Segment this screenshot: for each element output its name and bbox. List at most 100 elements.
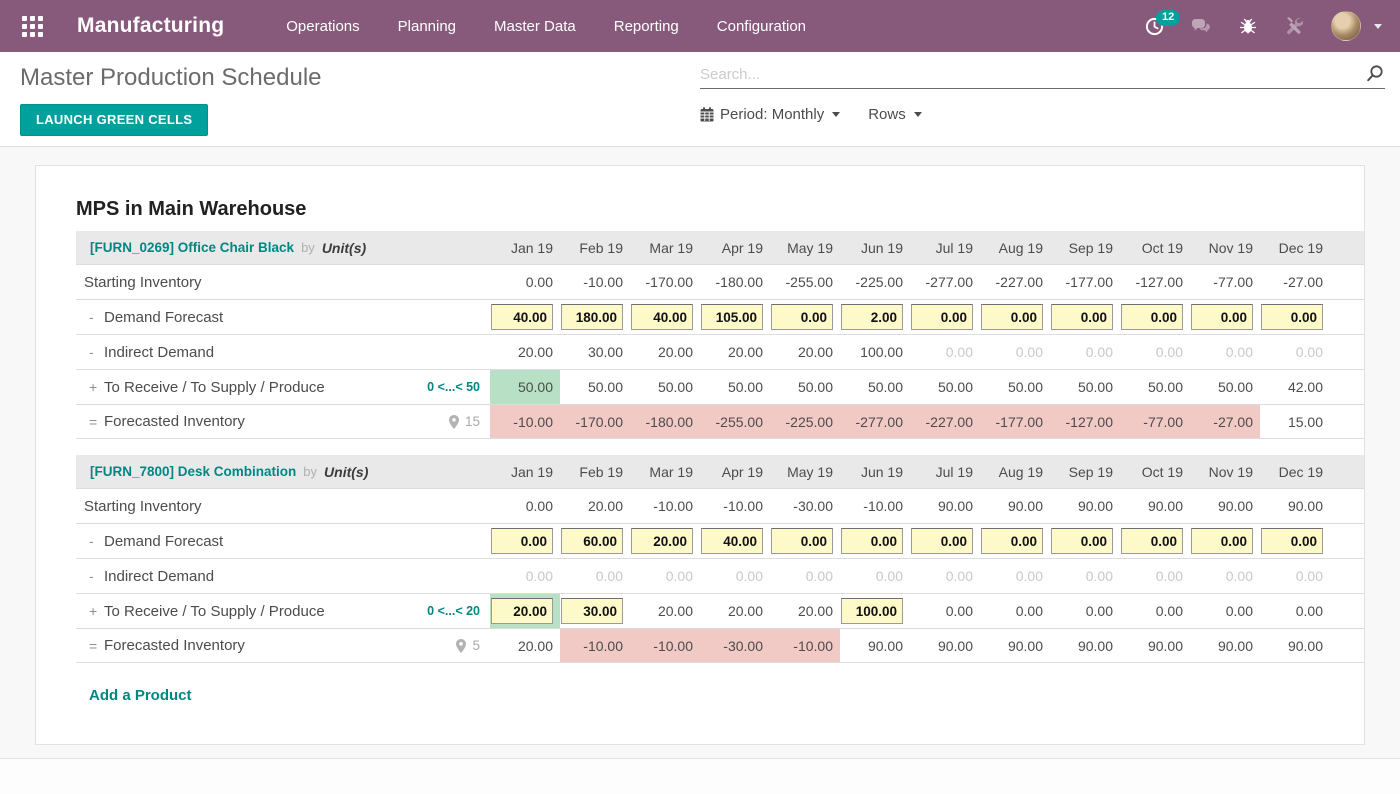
activity-clock-icon[interactable]: 12 bbox=[1145, 17, 1164, 36]
demand-forecast-input[interactable] bbox=[1261, 304, 1323, 330]
row-label: +To Receive / To Supply / Produce bbox=[76, 370, 430, 404]
demand-forecast-input[interactable] bbox=[1191, 304, 1253, 330]
demand-forecast-input[interactable] bbox=[981, 304, 1043, 330]
demand-forecast-input[interactable] bbox=[1121, 528, 1183, 554]
product-name-link[interactable]: [FURN_0269] Office Chair Black bbox=[90, 240, 294, 255]
row-operator-symbol: + bbox=[89, 603, 104, 619]
mps-cell: 42.00 bbox=[1260, 370, 1330, 404]
tools-icon[interactable] bbox=[1284, 16, 1304, 36]
mps-cell: 50.00 bbox=[1190, 370, 1260, 404]
rows-filter[interactable]: Rows bbox=[868, 106, 922, 123]
mps-cell: -10.00 bbox=[560, 265, 630, 299]
by-label: by bbox=[303, 464, 317, 479]
user-avatar bbox=[1331, 11, 1361, 41]
demand-forecast-input[interactable] bbox=[1051, 528, 1113, 554]
user-menu[interactable] bbox=[1331, 11, 1361, 41]
to-replenish-input[interactable] bbox=[841, 598, 903, 624]
mps-cell: 20.00 bbox=[770, 335, 840, 369]
demand-forecast-input[interactable] bbox=[1051, 304, 1113, 330]
cell-value: 0.00 bbox=[946, 603, 973, 619]
demand-forecast-input[interactable] bbox=[771, 304, 833, 330]
demand-forecast-input[interactable] bbox=[701, 528, 763, 554]
mps-cell: 0.00 bbox=[910, 559, 980, 593]
cell-value: 0.00 bbox=[526, 274, 553, 290]
to-replenish-input[interactable] bbox=[561, 598, 623, 624]
cell-value: -180.00 bbox=[646, 414, 693, 430]
cell-value: 30.00 bbox=[588, 344, 623, 360]
month-header: Jul 19 bbox=[910, 231, 980, 264]
mps-cell: 0.00 bbox=[770, 559, 840, 593]
demand-forecast-input[interactable] bbox=[561, 304, 623, 330]
mps-cell bbox=[840, 300, 910, 334]
header-spacer bbox=[430, 455, 490, 488]
product-section: [FURN_7800] Desk CombinationbyUnit(s)Jan… bbox=[76, 455, 1364, 663]
nav-menu-master-data[interactable]: Master Data bbox=[494, 18, 576, 35]
cell-value: 0.00 bbox=[1086, 344, 1113, 360]
month-header: Sep 19 bbox=[1050, 231, 1120, 264]
mps-cell: 0.00 bbox=[490, 559, 560, 593]
replenish-range-rule: 0 <...< 50 bbox=[427, 380, 480, 394]
bug-icon[interactable] bbox=[1239, 17, 1257, 35]
demand-forecast-input[interactable] bbox=[631, 304, 693, 330]
demand-forecast-input[interactable] bbox=[911, 304, 973, 330]
period-filter-label: Period: Monthly bbox=[720, 106, 824, 123]
to-receive-row: +To Receive / To Supply / Produce0 <...<… bbox=[76, 369, 1364, 404]
search-input[interactable] bbox=[700, 66, 1365, 83]
demand-forecast-input[interactable] bbox=[1261, 528, 1323, 554]
demand-forecast-input[interactable] bbox=[491, 528, 553, 554]
to-replenish-input[interactable] bbox=[491, 598, 553, 624]
demand-forecast-input[interactable] bbox=[981, 528, 1043, 554]
demand-forecast-input[interactable] bbox=[841, 304, 903, 330]
row-indicator bbox=[430, 265, 490, 299]
mps-cell: 0.00 bbox=[980, 594, 1050, 628]
messages-chat-icon[interactable] bbox=[1191, 18, 1212, 35]
demand-forecast-input[interactable] bbox=[1191, 528, 1253, 554]
mps-cell: 50.00 bbox=[490, 370, 560, 404]
cell-value: -227.00 bbox=[926, 414, 973, 430]
nav-menu-operations[interactable]: Operations bbox=[286, 18, 359, 35]
cell-value: -225.00 bbox=[786, 414, 833, 430]
demand-forecast-input[interactable] bbox=[911, 528, 973, 554]
mps-cell: 50.00 bbox=[1120, 370, 1190, 404]
mps-cell: 0.00 bbox=[1050, 559, 1120, 593]
mps-cell: 90.00 bbox=[1190, 629, 1260, 662]
demand-forecast-input[interactable] bbox=[841, 528, 903, 554]
demand-forecast-input[interactable] bbox=[561, 528, 623, 554]
row-indicator: 0 <...< 20 bbox=[430, 594, 490, 628]
cell-value: 90.00 bbox=[1148, 498, 1183, 514]
demand-forecast-input[interactable] bbox=[631, 528, 693, 554]
cell-value: 50.00 bbox=[1148, 379, 1183, 395]
period-filter[interactable]: Period: Monthly bbox=[700, 106, 840, 123]
demand-forecast-input[interactable] bbox=[771, 528, 833, 554]
cell-value: 0.00 bbox=[526, 568, 553, 584]
nav-menu-reporting[interactable]: Reporting bbox=[614, 18, 679, 35]
mps-cell: 0.00 bbox=[1190, 594, 1260, 628]
search-magnifier-icon[interactable] bbox=[1365, 64, 1385, 84]
row-operator-symbol: - bbox=[89, 344, 104, 360]
demand-forecast-input[interactable] bbox=[491, 304, 553, 330]
demand-forecast-input[interactable] bbox=[701, 304, 763, 330]
row-label: +To Receive / To Supply / Produce bbox=[76, 594, 430, 628]
nav-menu-configuration[interactable]: Configuration bbox=[717, 18, 806, 35]
demand-forecast-input[interactable] bbox=[1121, 304, 1183, 330]
mps-cell bbox=[980, 524, 1050, 558]
cell-value: -10.00 bbox=[793, 638, 833, 654]
launch-green-cells-button[interactable]: LAUNCH GREEN CELLS bbox=[20, 104, 208, 136]
month-header: Jun 19 bbox=[840, 455, 910, 488]
mps-cell: 0.00 bbox=[490, 265, 560, 299]
mps-cell: 20.00 bbox=[490, 335, 560, 369]
mps-cell: 0.00 bbox=[560, 559, 630, 593]
nav-menu-planning[interactable]: Planning bbox=[398, 18, 456, 35]
to-receive-row: +To Receive / To Supply / Produce0 <...<… bbox=[76, 593, 1364, 628]
user-menu-caret-icon[interactable] bbox=[1374, 24, 1382, 33]
apps-menu-icon[interactable] bbox=[22, 16, 43, 37]
row-label: =Forecasted Inventory bbox=[76, 405, 430, 438]
mps-cell: 90.00 bbox=[1260, 629, 1330, 662]
month-header: Mar 19 bbox=[630, 455, 700, 488]
month-header: May 19 bbox=[770, 455, 840, 488]
row-label: =Forecasted Inventory bbox=[76, 629, 430, 662]
cell-value: 0.00 bbox=[1156, 344, 1183, 360]
row-indicator bbox=[430, 524, 490, 558]
add-product-link[interactable]: Add a Product bbox=[89, 687, 192, 704]
product-name-link[interactable]: [FURN_7800] Desk Combination bbox=[90, 464, 296, 479]
